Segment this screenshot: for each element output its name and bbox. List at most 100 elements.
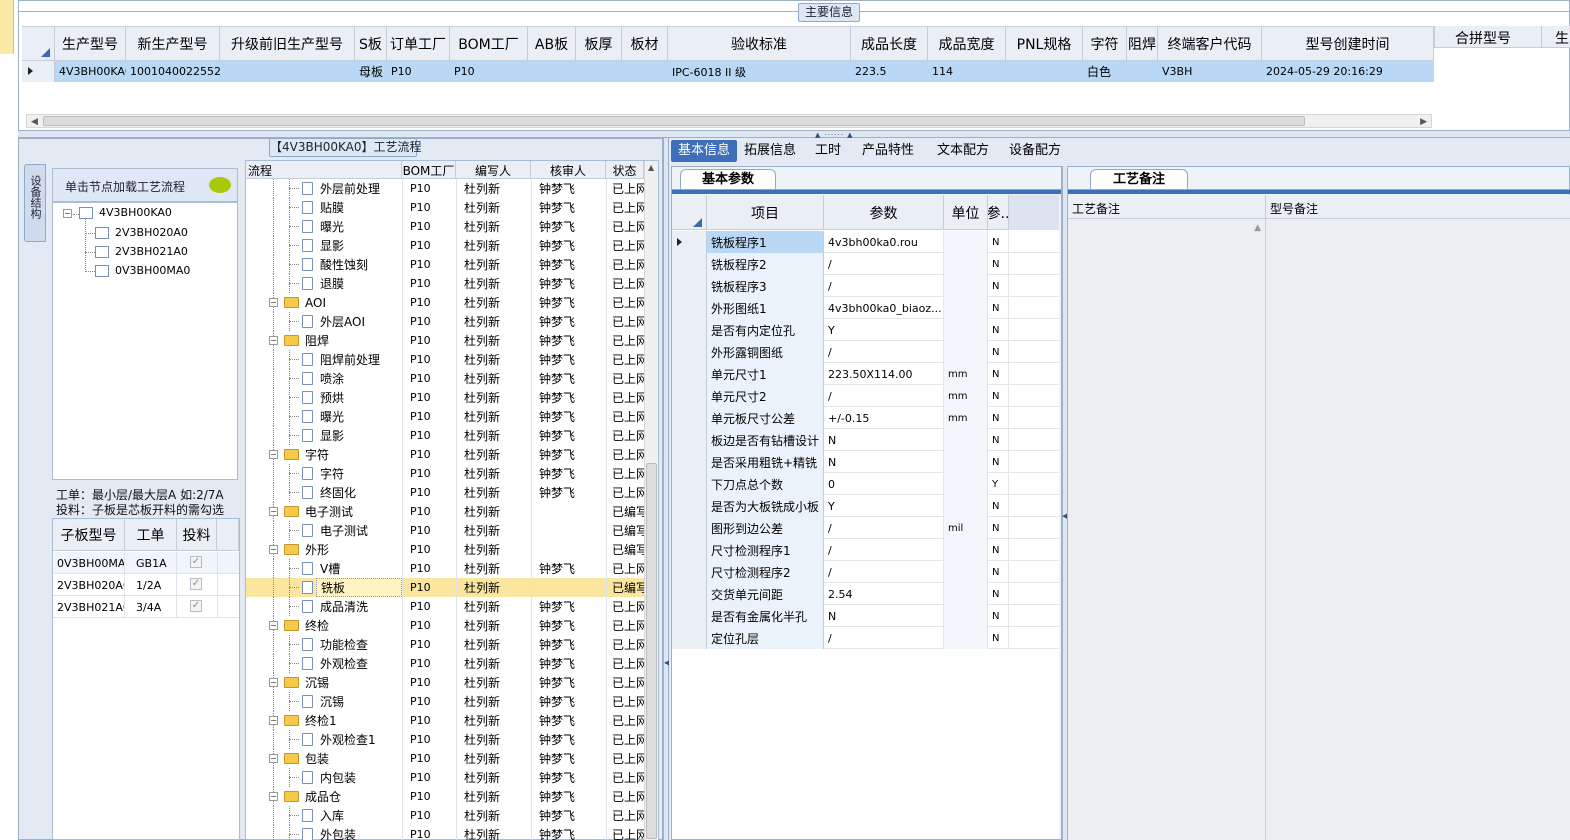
group-collapse-icon[interactable]: − [269,298,278,307]
sub-board-row[interactable]: 0V3BH00MA0 GB1A ✓ [53,552,239,574]
params-row[interactable]: 铣板程序1 4v3bh00ka0.rou N [672,231,1059,253]
params-row-selector[interactable] [672,517,707,539]
param-value[interactable]: Y [824,319,944,341]
params-row-selector[interactable] [672,341,707,363]
top-cell[interactable] [576,61,622,82]
params-row-selector[interactable] [672,231,707,253]
params-row[interactable]: 单元板尺寸公差 +/-0.15 mm N [672,407,1059,429]
process-name[interactable]: 外层AOI [316,312,402,331]
param-value[interactable]: 223.50X114.00 [824,363,944,385]
process-row[interactable]: 字符 P10 杜列新 钟梦飞 已上网 [246,464,644,483]
top-cell[interactable]: IPC-6018 II 级 [668,61,851,82]
top-col-header[interactable]: 板厚 [576,27,622,60]
params-row[interactable]: 单元尺寸1 223.50X114.00 mm N [672,363,1059,385]
process-name[interactable]: 成品清洗 [316,597,402,616]
top-col-header[interactable]: AB板 [528,27,576,60]
sub-board-row[interactable]: 2V3BH020A0 1/2A ✓ [53,574,239,596]
process-name[interactable]: 阻焊前处理 [316,350,402,369]
params-row[interactable]: 外形图纸1 4v3bh00ka0_biaoz... N [672,297,1059,319]
tree-root-node[interactable]: 4V3BH00KA0 [99,206,172,219]
sub-col-header[interactable]: 投料 [177,519,217,551]
process-group-name[interactable]: 字符 [301,445,402,464]
params-row[interactable]: 下刀点总个数 0 Y [672,473,1059,495]
process-name[interactable]: 沉锡 [316,692,402,711]
params-row-selector[interactable] [672,539,707,561]
process-row[interactable]: 显影 P10 杜列新 钟梦飞 已上网 [246,236,644,255]
top-cell[interactable]: 母板 [355,61,387,82]
process-name[interactable]: 酸性蚀刻 [316,255,402,274]
process-group-name[interactable]: 成品仓 [301,787,402,806]
process-row[interactable]: 喷涂 P10 杜列新 钟梦飞 已上网 [246,369,644,388]
params-row-selector[interactable] [672,275,707,297]
top-cell[interactable] [1006,61,1083,82]
process-name[interactable]: 外观检查1 [316,730,402,749]
group-collapse-icon[interactable]: − [269,716,278,725]
process-col-header[interactable]: BOM工厂 [402,161,456,179]
params-row[interactable]: 尺寸检测程序1/ N [672,539,1059,561]
top-col-header[interactable]: 终端客户代码 [1158,27,1262,60]
process-row[interactable]: − AOI P10 杜列新 钟梦飞 已上网 [246,293,644,312]
top-cell[interactable]: 2024-05-29 20:16:29 [1262,61,1434,82]
right-tab-3[interactable]: 产品特性 [849,140,927,162]
process-name[interactable]: 喷涂 [316,369,402,388]
process-row[interactable]: 成品清洗 P10 杜列新 钟梦飞 已上网 [246,597,644,616]
param-value[interactable]: N [824,451,944,473]
process-row[interactable]: 预烘 P10 杜列新 钟梦飞 已上网 [246,388,644,407]
horizontal-splitter[interactable]: ▲ ······ ▲ [18,131,1570,139]
params-row-selector[interactable] [672,429,707,451]
group-collapse-icon[interactable]: − [269,678,278,687]
top-h-scroll-thumb[interactable] [43,116,1305,126]
params-row[interactable]: 外形露铜图纸 / N [672,341,1059,363]
top-cell[interactable]: 223.5 [851,61,928,82]
process-v-scrollbar[interactable]: ▲ [644,161,658,840]
process-name[interactable]: 入库 [316,806,402,825]
process-name[interactable]: 贴膜 [316,198,402,217]
top-col-header[interactable]: 升级前旧生产型号 [220,27,355,60]
params-row-selector[interactable] [672,473,707,495]
params-row[interactable]: 单元尺寸2/mm N [672,385,1059,407]
tree-collapse-icon[interactable]: − [63,209,72,218]
process-row[interactable]: 沉锡 P10 杜列新 钟梦飞 已上网 [246,692,644,711]
process-group-name[interactable]: 终检1 [301,711,402,730]
param-value[interactable]: / [824,275,944,297]
sub-col-header[interactable]: 工单 [125,519,177,551]
params-row[interactable]: 是否采用粗铣+精铣 N N [672,451,1059,473]
params-row-selector[interactable] [672,297,707,319]
params-row-selector[interactable] [672,253,707,275]
top-cell[interactable] [528,61,576,82]
process-remark-textarea[interactable]: ▲ [1068,219,1266,840]
top-h-scrollbar[interactable]: ◀ ▶ [26,114,1432,128]
process-name[interactable]: 外包装 [316,825,402,840]
param-value[interactable]: 4v3bh00ka0_biaoz... [824,297,944,319]
param-value[interactable]: 0 [824,473,944,495]
scroll-right-icon[interactable]: ▶ [1420,117,1427,127]
process-row[interactable]: 电子测试 P10 杜列新 已编写 [246,521,644,540]
process-group-name[interactable]: 沉锡 [301,673,402,692]
top-col-header[interactable]: 生产型号 [55,27,126,60]
process-name[interactable]: 铣板 [316,578,402,597]
params-row[interactable]: 铣板程序2/ N [672,253,1059,275]
process-group-name[interactable]: 终检 [301,616,402,635]
scroll-left-icon[interactable]: ◀ [31,117,38,127]
model-remark-textarea[interactable] [1266,219,1570,840]
process-row[interactable]: − 包装 P10 杜列新 钟梦飞 已上网 [246,749,644,768]
params-col-header[interactable]: 单位 [944,195,988,230]
top-cell[interactable] [1127,61,1158,82]
right-tab-0[interactable]: 基本信息 [671,140,737,162]
process-row[interactable]: 外包装 P10 杜列新 钟梦飞 已上网 [246,825,644,840]
params-row-selector[interactable] [672,605,707,627]
top-cell[interactable]: 4V3BH00KA0 [55,61,126,82]
process-name[interactable]: 终固化 [316,483,402,502]
sub-col-header[interactable] [217,519,239,551]
params-row[interactable]: 是否有内定位孔 Y N [672,319,1059,341]
top-col-header[interactable]: 订单工厂 [387,27,450,60]
process-row[interactable]: − 终检 P10 杜列新 钟梦飞 已上网 [246,616,644,635]
side-tab-device-structure[interactable]: 设备结构 [24,164,46,242]
process-row[interactable]: 入库 P10 杜列新 钟梦飞 已上网 [246,806,644,825]
params-row[interactable]: 定位孔层 / N [672,627,1059,649]
process-name[interactable]: 外观检查 [316,654,402,673]
params-row-selector[interactable] [672,627,707,649]
params-row-selector[interactable] [672,495,707,517]
param-value[interactable]: / [824,539,944,561]
process-row[interactable]: 功能检查 P10 杜列新 钟梦飞 已上网 [246,635,644,654]
